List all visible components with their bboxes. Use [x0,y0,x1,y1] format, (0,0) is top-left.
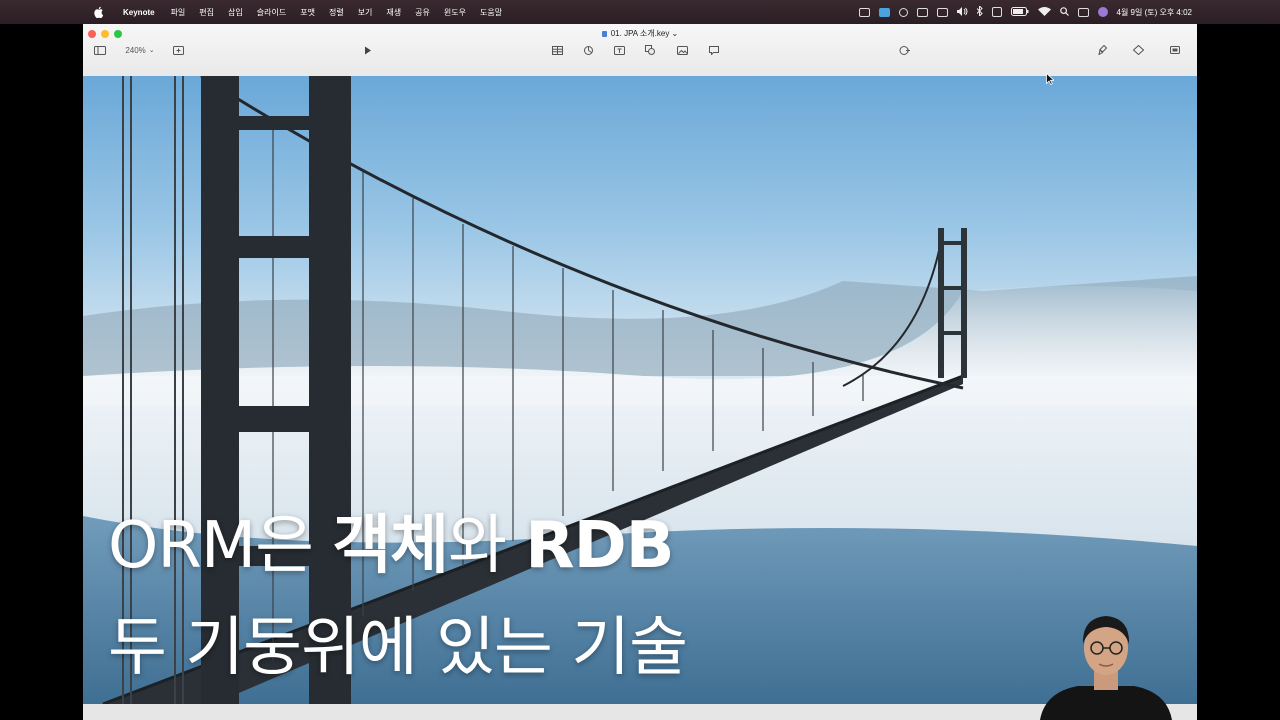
table-button[interactable] [550,43,564,57]
siri-icon[interactable] [1097,7,1108,17]
keynote-window: 01. JPA 소개.key ⌄ 240% ⌄ ORM은 객체와 RDB 두 기… [83,24,1197,720]
shape-icon [645,45,655,55]
document-icon [601,30,607,37]
paintbrush-icon [1097,45,1107,55]
image-icon[interactable] [916,7,928,17]
title-text-and: 와 [448,509,526,583]
app-status-icon[interactable] [878,7,890,17]
control-center-icon[interactable] [1077,7,1089,17]
table-icon [551,45,563,55]
menu-format[interactable]: 포맷 [293,7,322,18]
menu-edit[interactable]: 편집 [192,7,221,18]
wifi-icon[interactable] [1037,6,1051,18]
menu-clock[interactable]: 4월 9일 (토) 오후 4:02 [1117,7,1193,18]
sidebar-icon [94,45,106,55]
volume-icon[interactable] [956,6,968,18]
menu-share[interactable]: 공유 [408,7,437,18]
chevron-down-icon: ⌄ [148,47,155,54]
bridge-photo [83,76,1197,704]
add-slide-button[interactable] [171,43,185,57]
play-button[interactable] [361,43,375,57]
menu-insert[interactable]: 삽입 [221,7,250,18]
app-menu: Keynote 파일 편집 삽입 슬라이드 포맷 정렬 보기 재생 공유 윈도우… [116,7,509,18]
shape-button[interactable] [643,43,657,57]
title-text-rdb: RDB [525,509,674,583]
zoom-value: 240% [125,45,146,55]
battery-icon[interactable] [1010,6,1029,18]
document-title-text: 01. JPA 소개.key [610,29,670,38]
slide-title-line-2[interactable]: 두 기둥위에 있는 기술 [108,616,688,680]
screen-record-icon[interactable] [858,7,870,17]
menu-play[interactable]: 재생 [379,7,408,18]
title-text-object: 객체 [332,509,449,583]
window-icon[interactable] [936,7,948,17]
chevron-down-icon: ⌄ [669,29,679,38]
menu-window[interactable]: 윈도우 [437,7,473,18]
media-button[interactable] [675,43,689,57]
bluetooth-icon[interactable] [976,4,983,18]
play-icon [365,46,371,54]
menu-arrange[interactable]: 정렬 [322,7,351,18]
document-setup-icon [1170,46,1180,54]
menu-app-name[interactable]: Keynote [116,8,164,17]
comment-button[interactable] [707,43,721,57]
document-title[interactable]: 01. JPA 소개.key ⌄ [83,28,1197,39]
text-box-icon [613,45,625,55]
slide-title-line-1[interactable]: ORM은 객체와 RDB [108,514,674,578]
menu-help[interactable]: 도움말 [473,7,509,18]
collaborate-button[interactable] [898,43,912,57]
apple-icon[interactable] [92,5,106,19]
menu-bar: Keynote 파일 편집 삽입 슬라이드 포맷 정렬 보기 재생 공유 윈도우… [0,0,1280,24]
animate-icon [1132,45,1144,55]
add-slide-icon [172,45,184,55]
slide-canvas[interactable]: ORM은 객체와 RDB 두 기둥위에 있는 기술 [83,76,1197,704]
presenter-webcam [1040,610,1172,720]
window-titlebar: 01. JPA 소개.key ⌄ 240% ⌄ [83,24,1197,77]
search-icon[interactable] [1059,6,1069,18]
text-button[interactable] [612,43,626,57]
mouse-cursor [1046,72,1056,90]
sidebar-toggle-button[interactable] [93,43,107,57]
media-icon [676,45,688,55]
menu-slide[interactable]: 슬라이드 [250,7,293,18]
menu-file[interactable]: 파일 [164,7,193,18]
collaborate-icon [899,45,910,55]
format-button[interactable] [1095,43,1109,57]
chart-icon [583,45,593,55]
keyboard-icon[interactable] [991,7,1002,17]
title-text-orm: ORM은 [108,509,333,583]
status-area: 4월 9일 (토) 오후 4:02 [858,0,1193,24]
chart-button[interactable] [581,43,595,57]
globe-icon[interactable] [898,7,908,17]
menu-view[interactable]: 보기 [351,7,380,18]
comment-icon [709,45,719,55]
document-button[interactable] [1168,43,1182,57]
window-bottom-edge [83,704,1197,720]
zoom-select[interactable]: 240% ⌄ [121,43,159,57]
animate-button[interactable] [1131,43,1145,57]
